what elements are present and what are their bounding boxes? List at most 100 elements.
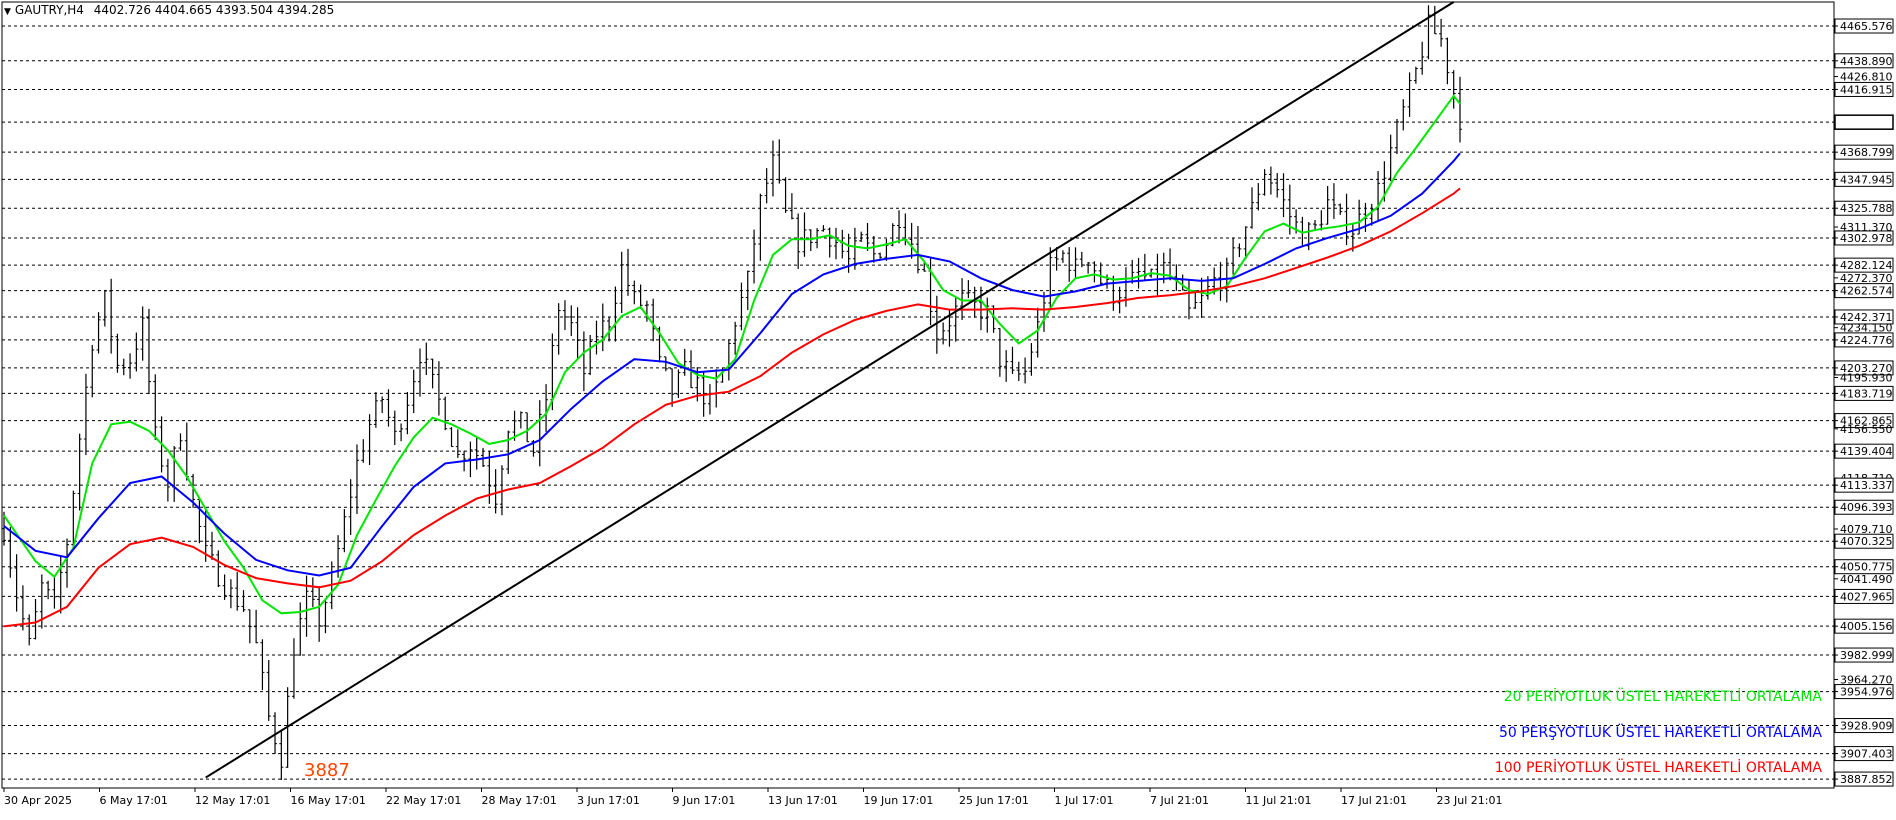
price-bar <box>455 429 460 458</box>
price-bar <box>235 572 240 611</box>
price-bar <box>392 410 397 446</box>
price-bar <box>575 307 580 359</box>
dropdown-arrow-icon[interactable]: ▼ <box>4 7 11 17</box>
price-bar <box>354 444 359 514</box>
price-bar <box>1180 274 1185 291</box>
price-bar <box>1048 247 1053 309</box>
price-bar <box>96 312 101 354</box>
price-bar <box>626 248 630 296</box>
price-bar <box>1231 237 1236 275</box>
price-tick-label: 4156.550 <box>1840 423 1893 436</box>
price-bar <box>443 396 448 431</box>
price-bar <box>726 339 731 381</box>
price-bar <box>146 308 151 395</box>
price-bar <box>714 369 719 408</box>
price-bar <box>770 140 775 197</box>
time-tick-label: 9 Jun 17:01 <box>673 794 736 807</box>
price-bar <box>1426 5 1431 60</box>
price-bar <box>537 400 542 467</box>
time-tick-label: 7 Jul 21:01 <box>1150 794 1209 807</box>
price-bar <box>1067 247 1072 282</box>
price-bar <box>310 577 315 608</box>
price-bar <box>884 238 889 261</box>
price-tick-label: 4070.325 <box>1840 535 1893 548</box>
time-tick-label: 3 Jun 17:01 <box>577 794 640 807</box>
price-bar <box>134 332 139 372</box>
price-tick-label: 4416.915 <box>1840 83 1893 96</box>
price-bar <box>556 303 561 355</box>
price-bar <box>109 278 114 354</box>
time-tick-label: 22 May 17:01 <box>386 794 461 807</box>
price-bar <box>638 284 643 309</box>
price-bar <box>733 321 738 355</box>
price-tick-label: 4438.890 <box>1840 55 1893 68</box>
price-bar <box>871 235 876 263</box>
price-bar <box>77 433 82 511</box>
time-tick-label: 1 Jul 17:01 <box>1055 794 1114 807</box>
price-bar <box>1174 264 1179 291</box>
price-bar <box>1086 262 1091 274</box>
price-bar <box>380 396 385 413</box>
price-bar <box>323 598 328 634</box>
price-bar <box>707 384 712 415</box>
price-bar <box>1388 134 1393 182</box>
price-bar <box>1130 259 1135 284</box>
price-bar <box>65 538 70 588</box>
price-bar <box>802 212 807 257</box>
price-tick-label: 3887.852 <box>1840 773 1893 786</box>
price-bar <box>33 598 38 640</box>
trendline <box>205 1 1455 779</box>
price-bar <box>1004 350 1009 382</box>
price-bar <box>298 602 303 656</box>
price-tick-label: 4027.965 <box>1840 590 1893 603</box>
price-tick-label: 4096.393 <box>1840 501 1893 514</box>
price-bar <box>1042 291 1046 332</box>
price-bars <box>2 5 1462 781</box>
price-bar <box>1218 262 1223 301</box>
price-bar <box>121 358 126 376</box>
price-bar <box>1420 41 1425 75</box>
price-bar <box>178 433 183 451</box>
price-bar <box>865 222 870 251</box>
price-bar <box>1319 210 1324 231</box>
price-bar <box>506 430 511 475</box>
price-bar <box>600 303 605 352</box>
price-bar <box>140 306 145 361</box>
price-bar <box>594 320 599 355</box>
time-tick-label: 25 Jun 17:01 <box>959 794 1029 807</box>
time-tick-label: 28 May 17:01 <box>482 794 557 807</box>
price-bar <box>210 531 214 560</box>
price-bar <box>436 361 441 416</box>
price-bar <box>758 193 763 261</box>
price-tick-label: 3907.403 <box>1840 748 1893 761</box>
price-tick-label: 4005.156 <box>1840 620 1893 633</box>
price-bar <box>1186 280 1191 320</box>
price-bar <box>361 439 366 463</box>
price-tick-label: 4113.337 <box>1840 479 1893 492</box>
price-bar <box>1060 250 1065 263</box>
price-bar <box>254 609 259 644</box>
price-bar <box>953 296 958 342</box>
price-bar <box>153 374 158 440</box>
price-bar <box>172 446 177 502</box>
price-tick-label: 4426.810 <box>1840 71 1893 84</box>
plot-frame <box>1 1 1835 789</box>
price-bar <box>1111 275 1116 311</box>
price-bar <box>789 193 794 220</box>
price-bar <box>197 496 202 544</box>
price-bar <box>562 300 567 331</box>
price-bar <box>83 373 88 456</box>
price-bar <box>1376 171 1381 221</box>
price-tick-label: 4195.930 <box>1840 371 1893 384</box>
price-bar <box>1432 5 1437 35</box>
price-bar <box>90 344 95 398</box>
price-tick-label: 4224.776 <box>1840 334 1893 347</box>
price-bar <box>670 368 675 407</box>
price-bar <box>1458 76 1462 143</box>
price-bar <box>1275 173 1280 198</box>
price-bar <box>978 286 983 331</box>
price-bar <box>827 227 832 258</box>
price-bar <box>581 331 586 392</box>
price-bar <box>1344 193 1349 246</box>
price-tick-label: 3982.999 <box>1840 649 1893 662</box>
